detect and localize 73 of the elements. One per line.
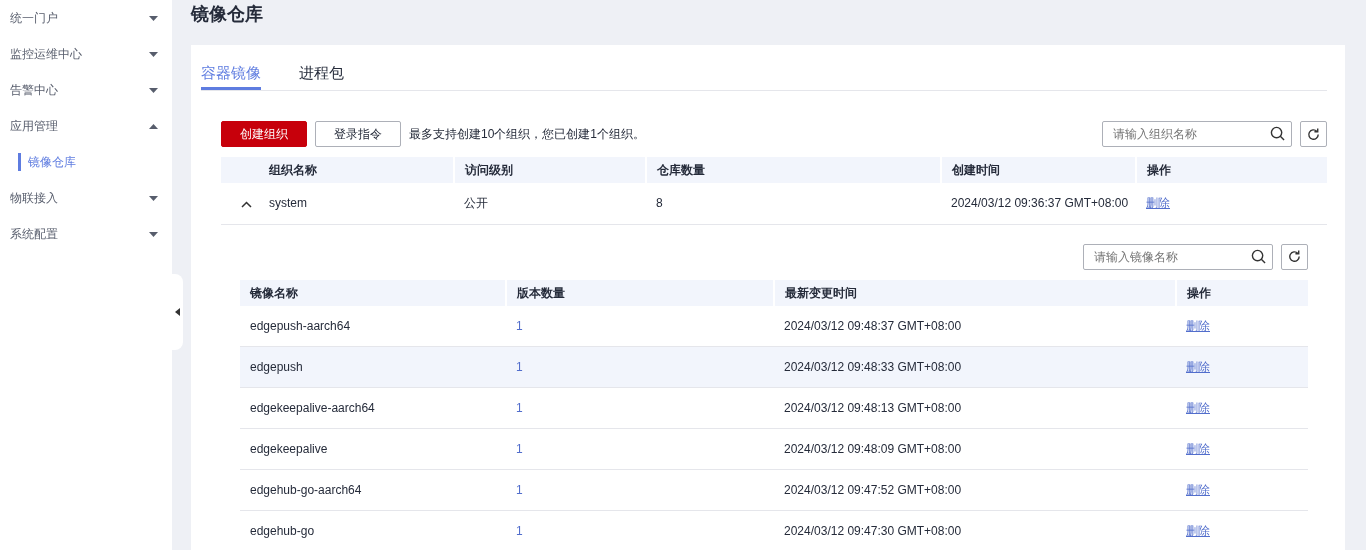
sidebar-item-label: 物联接入: [10, 190, 58, 207]
delete-link[interactable]: 删除: [1186, 401, 1210, 415]
create-button[interactable]: 创建组织: [221, 121, 307, 147]
expand-caret-icon[interactable]: [149, 195, 158, 201]
column-header: 创建时间: [941, 157, 1136, 183]
delete-link[interactable]: 删除: [1186, 442, 1210, 456]
expand-caret-icon[interactable]: [149, 15, 158, 21]
table-cell: 8: [656, 196, 663, 211]
expand-caret-icon[interactable]: [149, 231, 158, 237]
column-header: 组织名称: [259, 157, 454, 183]
expand-caret-icon[interactable]: [149, 87, 158, 93]
expand-caret-icon[interactable]: [149, 51, 158, 57]
delete-link[interactable]: 删除: [1186, 318, 1210, 333]
version-count[interactable]: 1: [516, 524, 523, 538]
delete-link[interactable]: 删除: [1186, 360, 1210, 374]
table-cell: edgekeepalive-aarch64: [250, 401, 375, 415]
tab[interactable]: 进程包: [299, 55, 344, 90]
table-cell: 2024/03/12 09:48:13 GMT+08:00: [784, 401, 962, 415]
delete-link[interactable]: 删除: [1146, 196, 1170, 211]
refresh-icon: [1287, 249, 1302, 264]
column-header: 版本数量: [506, 279, 774, 306]
sidebar-item[interactable]: 统一门户: [0, 0, 172, 36]
version-count[interactable]: 1: [516, 483, 523, 497]
sidebar-item-label: 应用管理: [10, 118, 58, 135]
table-cell: edgepush: [250, 360, 303, 374]
column-header: 镜像名称: [240, 279, 506, 306]
search-icon[interactable]: [1251, 248, 1266, 264]
table-cell: 2024/03/12 09:47:30 GMT+08:00: [784, 524, 962, 538]
table-cell: edgehub-go-aarch64: [250, 483, 362, 497]
sidebar-item-label: 监控运维中心: [10, 46, 82, 63]
command-button[interactable]: 登录指令: [315, 121, 401, 147]
sidebar-subitem[interactable]: 镜像仓库: [18, 153, 76, 171]
sidebar-item-label: 系统配置: [10, 226, 58, 243]
table-cell: edgekeepalive: [250, 442, 328, 456]
refresh-icon: [1306, 126, 1321, 142]
tab[interactable]: 容器镜像: [201, 55, 261, 90]
version-count[interactable]: 1: [516, 401, 523, 415]
table-cell: 2024/03/12 09:48:09 GMT+08:00: [784, 442, 962, 456]
collapse-arrow-icon[interactable]: [175, 308, 180, 316]
version-count[interactable]: 1: [516, 442, 523, 456]
collapse-chevron-icon[interactable]: [241, 200, 252, 208]
table-cell: 2024/03/12 09:36:37 GMT+08:00: [951, 196, 1129, 211]
column-header: 操作: [1136, 157, 1327, 183]
search-field[interactable]: 请输入组织名称: [1102, 121, 1292, 147]
table-cell: system: [269, 196, 307, 211]
search-field[interactable]: 请输入镜像名称: [1083, 243, 1273, 270]
version-count[interactable]: 1: [516, 318, 523, 333]
page-title: 镜像仓库: [191, 3, 264, 26]
table-cell: 2024/03/12 09:47:52 GMT+08:00: [784, 483, 962, 497]
quota-hint: 最多支持创建10个组织，您已创建1个组织。: [409, 126, 646, 143]
sidebar-item-label: 告警中心: [10, 82, 58, 99]
column-header: 访问级别: [454, 157, 646, 183]
sidebar-item[interactable]: 物联接入: [0, 180, 172, 216]
version-count[interactable]: 1: [516, 360, 523, 374]
refresh-button[interactable]: [1281, 243, 1308, 270]
collapse-caret-icon[interactable]: [149, 123, 158, 129]
table-cell: edgepush-aarch64: [250, 318, 351, 333]
column-header: 最新变更时间: [774, 279, 1176, 306]
sidebar-item[interactable]: 系统配置: [0, 216, 172, 252]
sidebar-item[interactable]: 监控运维中心: [0, 36, 172, 72]
delete-link[interactable]: 删除: [1186, 524, 1210, 538]
table-cell: 2024/03/12 09:48:33 GMT+08:00: [784, 360, 962, 374]
refresh-button[interactable]: [1300, 121, 1327, 147]
delete-link[interactable]: 删除: [1186, 483, 1210, 497]
column-header: 仓库数量: [646, 157, 941, 183]
search-icon[interactable]: [1270, 126, 1285, 141]
sidebar-item[interactable]: 应用管理: [0, 108, 172, 144]
sidebar-item-label: 统一门户: [10, 10, 58, 27]
column-header: 操作: [1176, 279, 1308, 306]
table-cell: edgehub-go: [250, 524, 315, 538]
table-cell: 公开: [464, 196, 488, 211]
sidebar-item[interactable]: 告警中心: [0, 72, 172, 108]
table-cell: 2024/03/12 09:48:37 GMT+08:00: [784, 318, 962, 333]
